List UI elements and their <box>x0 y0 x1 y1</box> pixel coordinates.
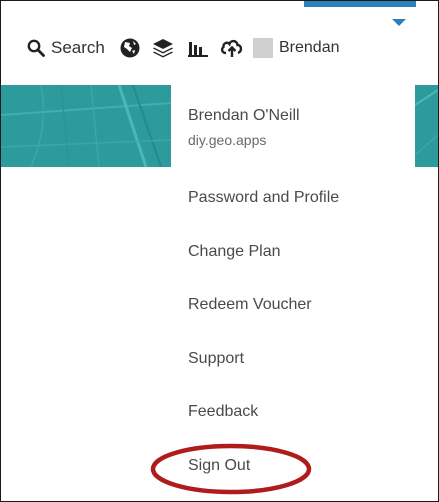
layers-button[interactable] <box>151 35 175 61</box>
bar-chart-icon <box>188 42 208 57</box>
cloud-upload-icon <box>220 39 243 57</box>
user-full-name: Brendan O'Neill <box>188 107 300 124</box>
user-info: Brendan O'Neill diy.geo.apps <box>188 107 300 148</box>
search-label: Search <box>51 38 105 57</box>
user-menu-button[interactable]: Brendan <box>253 35 340 61</box>
top-navigation-bar: Search Brendan <box>1 1 438 85</box>
menu-item-sign-out[interactable]: Sign Out <box>188 457 250 475</box>
map-background-left <box>1 85 171 167</box>
user-avatar <box>253 38 273 58</box>
app-frame: Search Brendan Brendan O'Neill diy.geo.a… <box>0 0 439 502</box>
user-dropdown-menu: Brendan O'Neill diy.geo.apps Password an… <box>171 85 415 501</box>
menu-item-password-profile[interactable]: Password and Profile <box>188 189 339 207</box>
search-icon <box>27 39 45 57</box>
menu-item-redeem-voucher[interactable]: Redeem Voucher <box>188 296 312 314</box>
upload-button[interactable] <box>220 35 244 61</box>
analysis-button[interactable] <box>187 35 209 61</box>
active-menu-indicator <box>304 1 416 7</box>
basemap-button[interactable] <box>119 35 141 61</box>
menu-item-change-plan[interactable]: Change Plan <box>188 243 281 261</box>
layers-icon <box>153 39 173 58</box>
organization-name: diy.geo.apps <box>188 132 267 148</box>
globe-icon <box>120 38 140 58</box>
map-background-right <box>415 85 438 167</box>
search-button[interactable]: Search <box>27 35 105 61</box>
user-menu-label: Brendan <box>279 39 340 56</box>
menu-item-support[interactable]: Support <box>188 350 244 368</box>
menu-item-feedback[interactable]: Feedback <box>188 403 258 421</box>
dropdown-caret-icon <box>392 19 406 26</box>
